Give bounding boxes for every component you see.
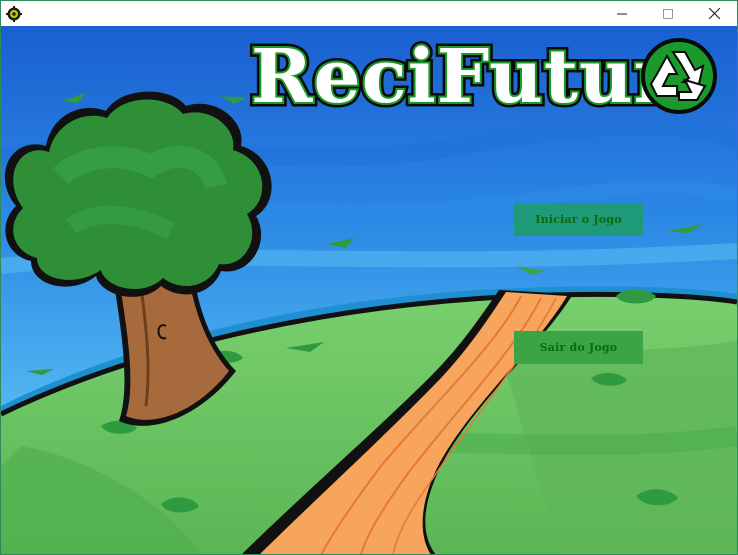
- gear-icon: [6, 6, 22, 22]
- close-icon: [708, 8, 720, 19]
- game-window: ReciFutur ReciFutur Iniciar o Jogo Sair …: [0, 0, 738, 555]
- minimize-icon: [617, 13, 627, 14]
- close-button[interactable]: [691, 1, 737, 26]
- title-bar[interactable]: [1, 1, 737, 26]
- start-game-button[interactable]: Iniciar o Jogo: [514, 203, 643, 236]
- game-scene: ReciFutur ReciFutur Iniciar o Jogo Sair …: [1, 26, 737, 554]
- game-logo: ReciFutur ReciFutur: [249, 32, 717, 118]
- exit-game-button[interactable]: Sair do Jogo: [514, 331, 643, 364]
- logo-text-outline: ReciFutur: [251, 34, 674, 118]
- maximize-button[interactable]: [645, 1, 691, 26]
- minimize-button[interactable]: [599, 1, 645, 26]
- recycle-icon: [641, 38, 717, 114]
- maximize-icon: [663, 8, 673, 19]
